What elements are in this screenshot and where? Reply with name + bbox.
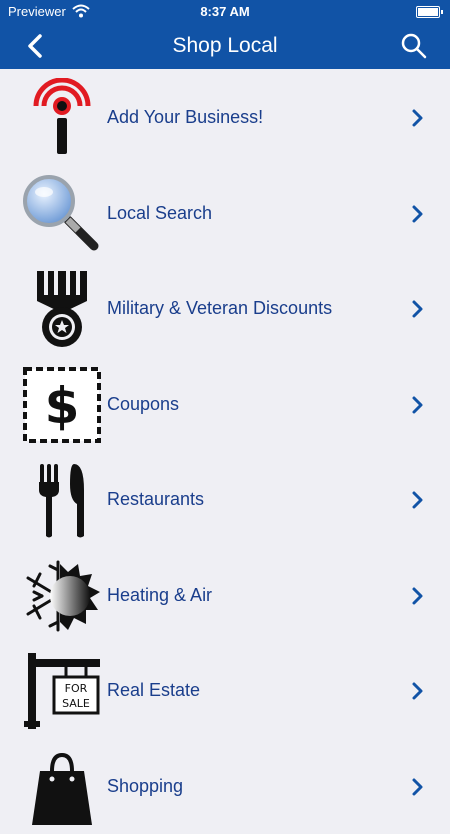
list-item-label: Military & Veteran Discounts (107, 298, 332, 319)
chevron-right-icon (411, 681, 425, 701)
list-item-real-estate[interactable]: FOR SALE Real Estate (0, 643, 450, 739)
shopping-bag-icon (22, 747, 102, 827)
for-sale-sign-icon: FOR SALE (22, 651, 102, 731)
chevron-right-icon (411, 204, 425, 224)
chevron-right-icon (411, 108, 425, 128)
sign-text-sale: SALE (62, 697, 90, 710)
list-item-label: Restaurants (107, 489, 204, 510)
sign-text-for: FOR (65, 682, 88, 695)
list-item-coupons[interactable]: $ Coupons (0, 357, 450, 453)
list-item-label: Add Your Business! (107, 107, 263, 128)
status-time: 8:37 AM (0, 4, 450, 19)
category-list: Add Your Business! Local Search (0, 70, 450, 834)
chevron-right-icon (411, 777, 425, 797)
list-item-label: Real Estate (107, 680, 200, 701)
search-icon[interactable] (400, 32, 428, 60)
list-item-heating-air[interactable]: Heating & Air (0, 548, 450, 644)
list-item-restaurants[interactable]: Restaurants (0, 452, 450, 548)
svg-text:$: $ (45, 377, 80, 435)
list-item-label: Heating & Air (107, 585, 212, 606)
magnifier-icon (22, 174, 102, 254)
nav-bar: Shop Local (0, 24, 450, 69)
battery-icon (416, 6, 440, 18)
fork-knife-icon (22, 460, 102, 540)
chevron-right-icon (411, 490, 425, 510)
list-item-military-veteran-discounts[interactable]: Military & Veteran Discounts (0, 261, 450, 357)
medal-icon (22, 269, 102, 349)
chevron-right-icon (411, 395, 425, 415)
list-item-local-search[interactable]: Local Search (0, 166, 450, 262)
page-title: Shop Local (0, 34, 450, 58)
coupon-dollar-icon: $ (22, 365, 102, 445)
chevron-right-icon (411, 586, 425, 606)
list-item-shopping[interactable]: Shopping (0, 739, 450, 834)
status-bar: Previewer 8:37 AM (0, 0, 450, 24)
list-item-label: Shopping (107, 776, 183, 797)
list-item-add-your-business[interactable]: Add Your Business! (0, 70, 450, 166)
list-item-label: Coupons (107, 394, 179, 415)
chevron-right-icon (411, 299, 425, 319)
snowflake-sun-icon (22, 556, 102, 636)
list-item-label: Local Search (107, 203, 212, 224)
broadcast-info-icon (22, 78, 102, 158)
